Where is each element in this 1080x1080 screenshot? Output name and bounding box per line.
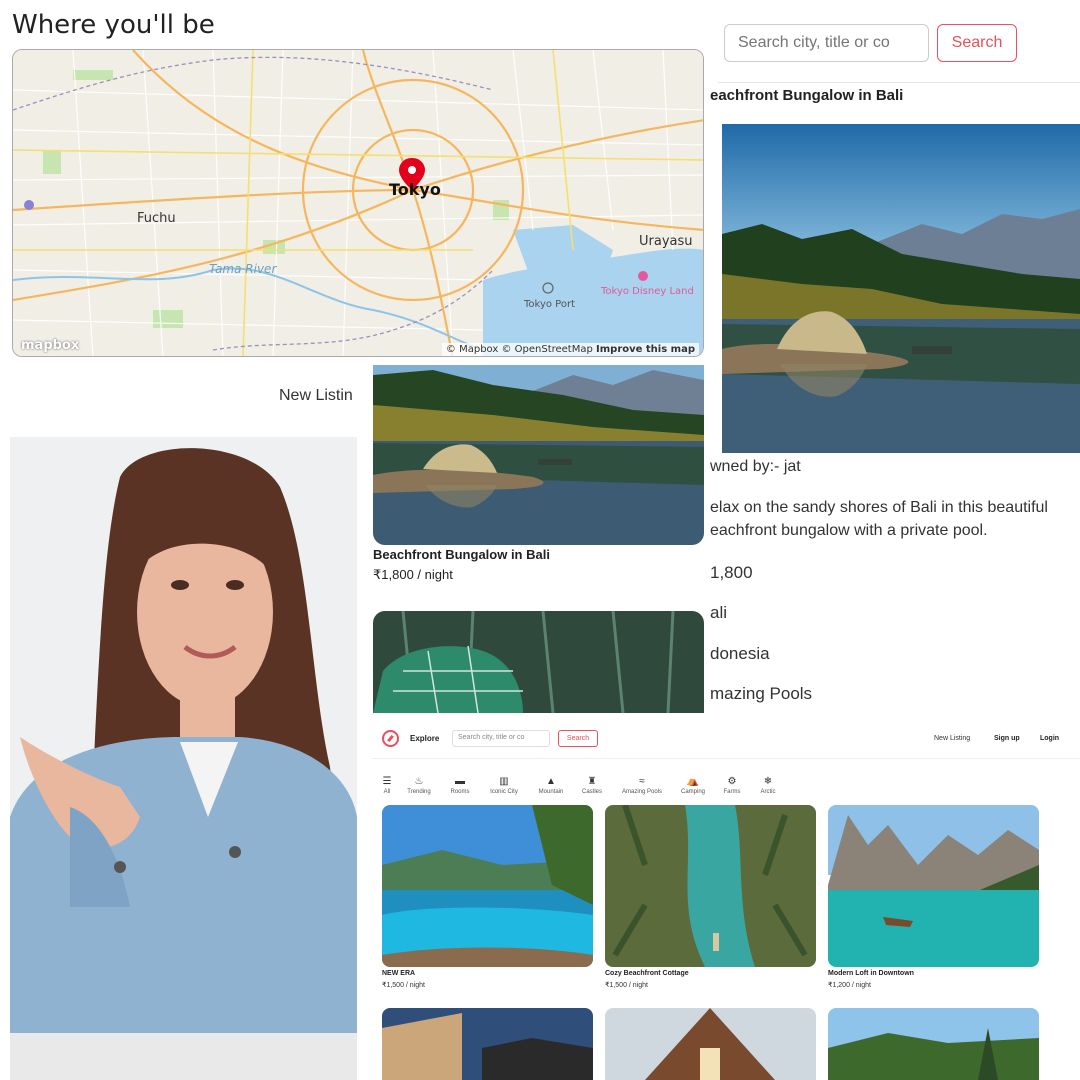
explore-link[interactable]: Explore <box>410 734 439 743</box>
listing-image <box>722 124 1080 453</box>
lake-tent-photo <box>722 124 1080 453</box>
listing-description-line2: eachfront bungalow with a private pool. <box>710 522 988 539</box>
search-button[interactable]: Search <box>937 24 1017 62</box>
filter-trending[interactable]: ♨ Trending <box>404 776 434 795</box>
filter-label: Mountain <box>538 789 564 795</box>
compass-logo-icon[interactable] <box>382 730 399 747</box>
navbar-divider <box>372 758 1080 759</box>
listing-country: donesia <box>710 644 770 663</box>
city-icon: ▥ <box>499 776 509 787</box>
new-listing-link[interactable]: New Listin <box>279 387 353 405</box>
map-label-disney: Tokyo Disney Land <box>601 286 694 297</box>
mountain-lake-photo <box>828 805 1039 967</box>
filter-camping[interactable]: ⛺ Camping <box>677 776 709 795</box>
divider <box>718 82 1080 83</box>
forest-dome-photo <box>373 611 704 713</box>
map-tiles <box>13 50 703 356</box>
listing-price: 1,800 <box>710 563 753 582</box>
signup-link[interactable]: Sign up <box>994 735 1020 742</box>
listing-card-image[interactable] <box>382 1008 593 1080</box>
listing-card-image[interactable] <box>373 365 704 545</box>
filter-iconic-city[interactable]: ▥ Iconic City <box>484 776 524 795</box>
map-section-title: Where you'll be <box>12 10 215 40</box>
image-footer-bar <box>10 1033 357 1080</box>
login-link[interactable]: Login <box>1040 735 1059 742</box>
pool-icon: ≈ <box>639 776 645 787</box>
listing-card-title: Cozy Beachfront Cottage <box>605 970 689 977</box>
tractor-icon: ⚙ <box>727 776 737 787</box>
filter-farms[interactable]: ⚙ Farms <box>720 776 744 795</box>
listing-card-image[interactable] <box>605 805 816 967</box>
fire-icon: ♨ <box>414 776 424 787</box>
filter-rooms[interactable]: ▬ Rooms <box>446 776 474 795</box>
listing-category: mazing Pools <box>710 684 813 703</box>
listing-owner: wned by:- jat <box>710 458 801 475</box>
resort-photo <box>382 1008 593 1080</box>
filter-label: Iconic City <box>490 789 518 795</box>
map-label-tama-river: Tama River <box>209 262 277 276</box>
snowflake-icon: ❄ <box>763 776 773 787</box>
filter-label: Camping <box>680 789 705 795</box>
promo-person-image <box>10 437 357 1033</box>
listing-card-image[interactable] <box>382 805 593 967</box>
new-listing-link[interactable]: New Listing <box>934 735 970 742</box>
woman-pointing-photo <box>10 437 357 1033</box>
search-input[interactable]: Search city, title or co <box>452 730 550 747</box>
listing-description-line1: elax on the sandy shores of Bali in this… <box>710 499 1048 516</box>
listing-card-title: NEW ERA <box>382 970 416 977</box>
list-icon: ☰ <box>382 776 392 787</box>
search-input[interactable] <box>724 24 929 62</box>
map-label-fuchu: Fuchu <box>137 211 176 226</box>
map-label-tokyo-port: Tokyo Port <box>524 299 576 310</box>
filter-label: Amazing Pools <box>621 789 663 795</box>
tropical-beach-photo <box>828 1008 1039 1080</box>
listing-card-image[interactable] <box>605 1008 816 1080</box>
location-map[interactable]: Tokyo Fuchu Urayasu Tama River Tokyo Por… <box>12 49 704 357</box>
cabin-photo <box>605 1008 816 1080</box>
listing-card-price: ₹1,500 / night <box>605 982 648 989</box>
map-attribution: © Mapbox © OpenStreetMap Improve this ma… <box>441 343 699 356</box>
listing-card-price: ₹1,200 / night <box>828 982 871 989</box>
search-button[interactable]: Search <box>558 730 598 747</box>
listing-card-image[interactable] <box>828 805 1039 967</box>
map-label-urayasu: Urayasu <box>639 234 693 249</box>
mountain-icon: ▲ <box>546 776 556 787</box>
lake-tent-photo <box>373 365 704 545</box>
filter-arctic[interactable]: ❄ Arctic <box>756 776 780 795</box>
bed-icon: ▬ <box>455 776 465 787</box>
listing-location: ali <box>710 603 728 622</box>
filter-mountain[interactable]: ▲ Mountain <box>534 776 568 795</box>
attribution-text: © Mapbox © OpenStreetMap <box>445 344 597 355</box>
filter-castles[interactable]: ♜ Castles <box>578 776 606 795</box>
listing-card-image[interactable] <box>828 1008 1039 1080</box>
filter-label: Trending <box>407 789 431 795</box>
listing-card-title: Beachfront Bungalow in Bali <box>373 547 550 562</box>
listings-app-preview: Explore Search city, title or co Search … <box>372 713 1080 1080</box>
filter-label: All <box>383 789 391 795</box>
map-label-tokyo: Tokyo <box>389 180 441 199</box>
filter-all[interactable]: ☰ All <box>380 776 394 795</box>
palm-lagoon-photo <box>605 805 816 967</box>
mapbox-logo[interactable]: mapbox <box>21 338 79 353</box>
listing-card-title: Modern Loft in Downtown <box>828 970 914 977</box>
filter-amazing-pools[interactable]: ≈ Amazing Pools <box>617 776 667 795</box>
improve-map-link[interactable]: Improve this map <box>596 344 695 355</box>
filter-label: Rooms <box>450 789 470 795</box>
filter-label: Arctic <box>760 789 776 795</box>
listing-card-image[interactable] <box>373 611 704 713</box>
infinity-pool-photo <box>382 805 593 967</box>
castle-icon: ♜ <box>587 776 597 787</box>
listing-card-price: ₹1,800 / night <box>373 567 453 582</box>
filter-label: Castles <box>581 789 602 795</box>
tent-icon: ⛺ <box>686 776 700 787</box>
listing-card-price: ₹1,500 / night <box>382 982 425 989</box>
listing-title: eachfront Bungalow in Bali <box>710 87 904 104</box>
filter-label: Farms <box>723 789 741 795</box>
